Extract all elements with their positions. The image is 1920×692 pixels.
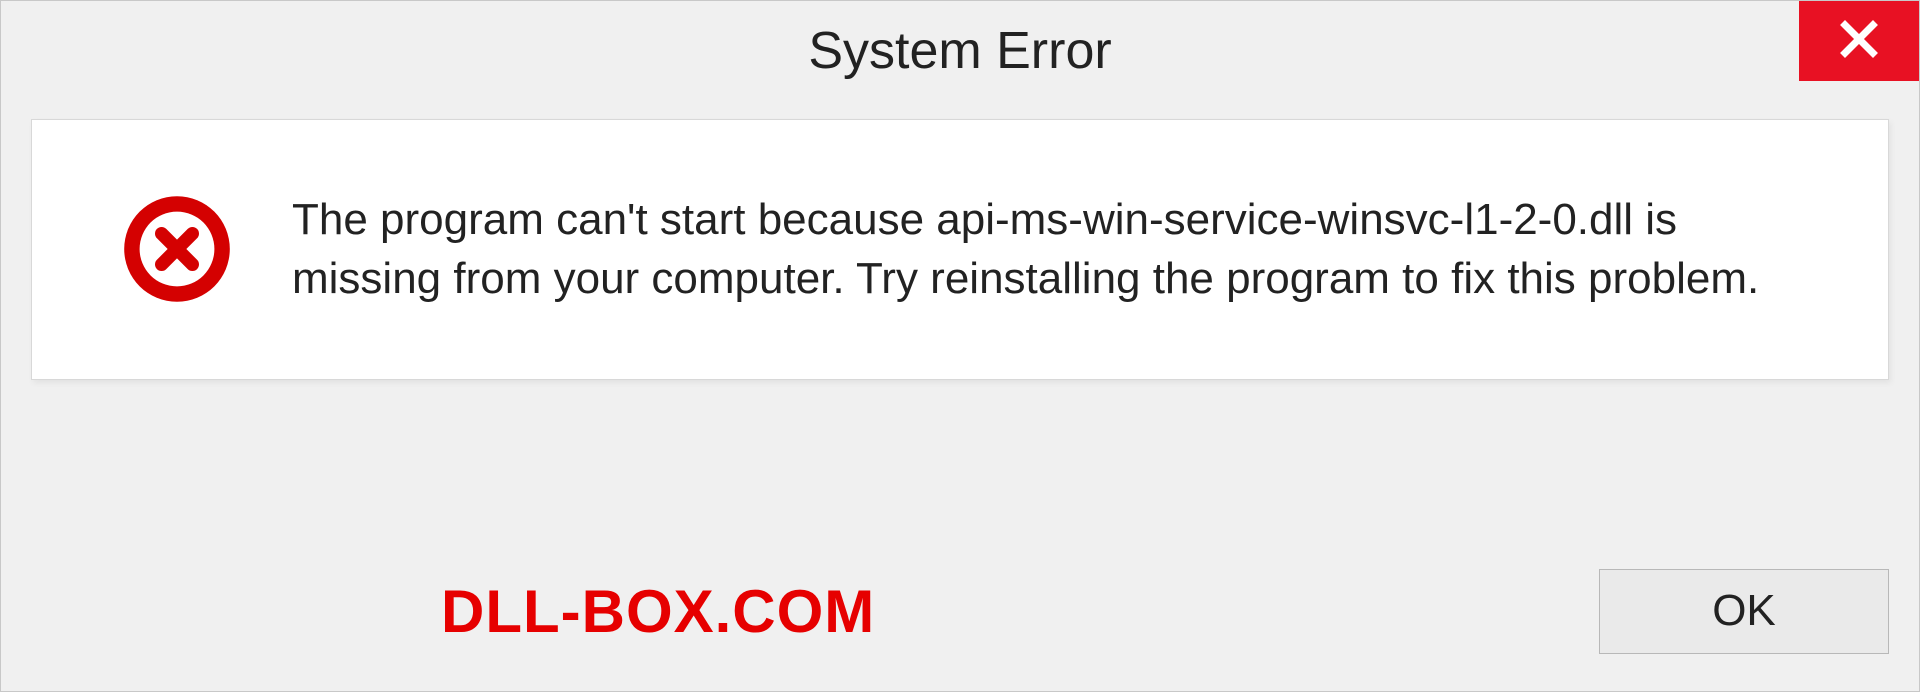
watermark-text: DLL-BOX.COM	[441, 577, 875, 646]
error-message: The program can't start because api-ms-w…	[292, 190, 1792, 309]
title-bar: System Error	[1, 1, 1919, 101]
close-button[interactable]	[1799, 1, 1919, 81]
close-icon	[1838, 18, 1880, 65]
error-icon	[122, 194, 232, 304]
message-panel: The program can't start because api-ms-w…	[31, 119, 1889, 380]
bottom-bar: DLL-BOX.COM OK	[31, 561, 1889, 661]
window-title: System Error	[808, 21, 1111, 81]
error-dialog-window: System Error The program can't start bec…	[0, 0, 1920, 692]
ok-button[interactable]: OK	[1599, 569, 1889, 654]
ok-button-label: OK	[1712, 586, 1776, 636]
